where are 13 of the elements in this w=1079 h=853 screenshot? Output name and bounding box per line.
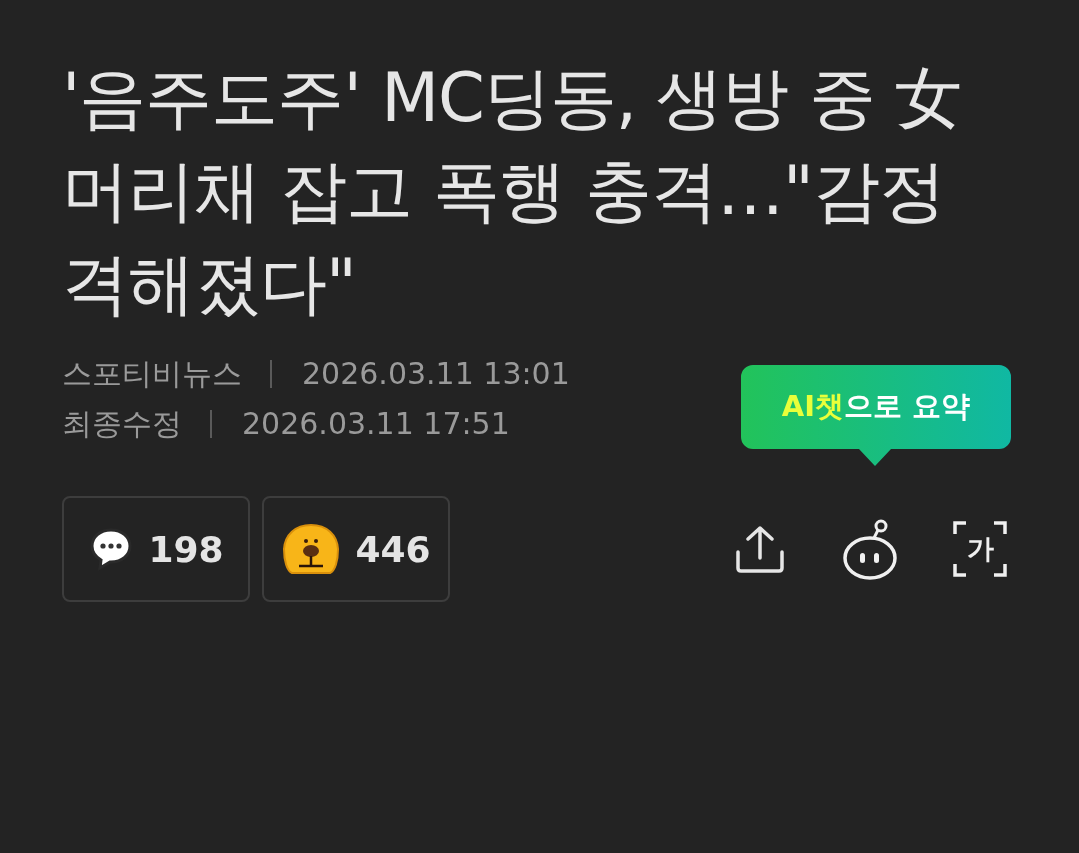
robot-icon [841,518,899,580]
share-icon [734,524,786,574]
comment-button[interactable]: 198 [62,496,250,602]
meta-date: 2026.03.11 13:01 [302,355,570,393]
meta-label: 스포티비뉴스 [62,355,242,393]
tooltip-text: AI챗으로 요약 [781,388,971,425]
font-size-button[interactable]: 가 [951,518,1009,580]
dog-face-icon [281,523,342,575]
meta-label: 최종수정 [62,405,182,443]
reaction-button[interactable]: 446 [262,496,450,602]
ai-chat-button[interactable] [841,518,899,580]
article-headline: '음주도주' MC딩동, 생방 중 女 머리채 잡고 폭행 충격…"감정 격해졌다" [62,58,962,325]
meta-date: 2026.03.11 17:51 [242,405,510,443]
